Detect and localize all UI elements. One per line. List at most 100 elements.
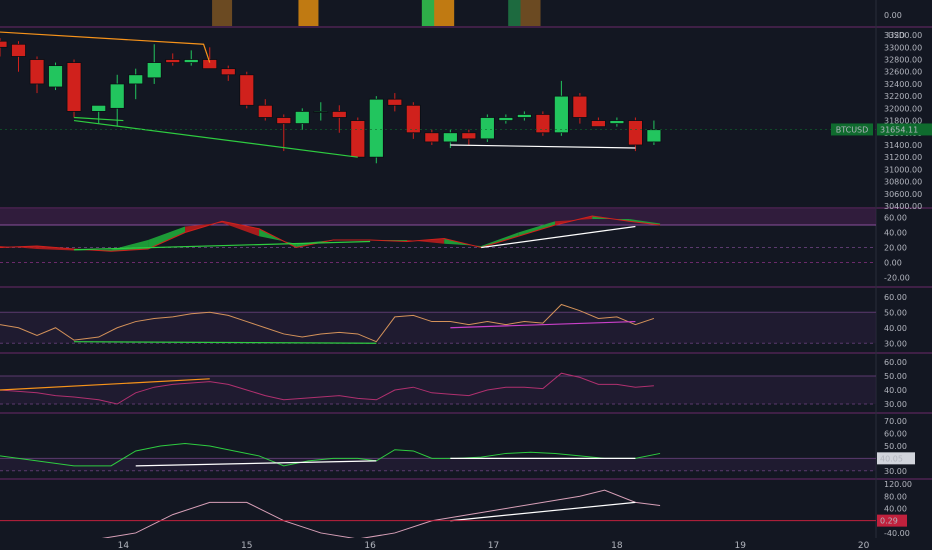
candle-body (91, 104, 107, 112)
candle-body (276, 117, 292, 125)
candle-body (572, 95, 588, 118)
symbol-tag-label: BTCUSD (836, 125, 869, 134)
candle-body (165, 59, 181, 63)
candle-body (442, 132, 458, 143)
indicator-band (0, 312, 876, 344)
value-tag-label: 0.29 (880, 517, 898, 526)
candle-body (146, 62, 162, 79)
x-axis-label: 18 (611, 541, 623, 550)
candle-body (183, 59, 199, 63)
indicator-tick-label: 0.00 (884, 259, 902, 268)
chart-root: 0.00 USD 33200.00 33000.00 32800.00 32600.00 3… (0, 0, 932, 550)
price-tick-label: 31000.00 (884, 165, 922, 174)
candle-body (553, 95, 569, 134)
indicator-tick-label: 30.00 (884, 400, 907, 409)
price-tick-label: 30400.00 (884, 202, 922, 211)
indicator-series-line (0, 489, 661, 540)
overbought-zone (0, 208, 876, 225)
candle-body (239, 74, 255, 106)
candle-body (405, 104, 421, 134)
indicator-tick-label: 50.00 (884, 372, 907, 381)
candle-body (48, 65, 63, 88)
candle-body (331, 110, 347, 118)
indicator-tick-label: 40.00 (884, 324, 907, 333)
indicator-tick-label: 40.00 (884, 229, 907, 238)
signal-block (298, 0, 319, 26)
top-strip-axis-label: 0.00 (884, 11, 902, 20)
price-tick-label: 31200.00 (884, 153, 922, 162)
indicator-band (0, 458, 876, 471)
candle-body (220, 68, 236, 76)
candle-body (609, 120, 625, 125)
trend-line (73, 119, 358, 158)
indicator-tick-label: 80.00 (884, 492, 907, 501)
price-tick-label: 32200.00 (884, 92, 922, 101)
chart-canvas: 0.00USD33200.0033000.0032800.0032600.003… (0, 0, 932, 550)
price-tick-label: 32600.00 (884, 68, 922, 77)
trend-line (450, 144, 636, 149)
candle-body (516, 114, 532, 118)
candle-body (646, 129, 662, 143)
indicator-tick-label: 70.00 (884, 417, 907, 426)
divergence-line (481, 225, 636, 249)
candle-body (313, 110, 329, 113)
candle-body (29, 59, 45, 85)
x-axis-label: 17 (488, 541, 499, 550)
price-tick-label: 30800.00 (884, 178, 922, 187)
value-tag-label: 40.05 (880, 454, 903, 463)
indicator-tick-label: 60.00 (884, 430, 907, 439)
x-axis-label: 14 (118, 541, 130, 550)
indicator-tick-label: 40.00 (884, 386, 907, 395)
indicator-tick-label: 30.00 (884, 467, 907, 476)
price-tick-label: 32000.00 (884, 104, 922, 113)
price-tag-label: 31654.11 (880, 125, 918, 134)
signal-block (212, 0, 233, 26)
candle-body (424, 132, 440, 143)
wave-segment (148, 226, 186, 249)
candle-body (535, 114, 551, 134)
indicator-tick-label: 50.00 (884, 442, 907, 451)
signal-block (520, 0, 541, 26)
divergence-line (450, 501, 636, 522)
indicator-tick-label: -20.00 (884, 274, 910, 283)
signal-block (434, 0, 455, 26)
candle-body (128, 74, 144, 85)
x-axis-label: 16 (364, 541, 376, 550)
x-axis-label: 20 (858, 541, 870, 550)
price-tick-label: 33200.00 (884, 31, 922, 40)
indicator-tick-label: 60.00 (884, 214, 907, 223)
candle-body (66, 62, 82, 112)
price-tick-label: 33000.00 (884, 43, 922, 52)
candle-body (350, 120, 366, 158)
x-axis-bg (0, 538, 932, 550)
candle-body (387, 98, 403, 106)
price-tick-label: 31400.00 (884, 141, 922, 150)
candle-body (257, 104, 273, 118)
x-axis-label: 15 (241, 541, 252, 550)
price-tick-label: 32800.00 (884, 56, 922, 65)
indicator-tick-label: 50.00 (884, 308, 907, 317)
candle-body (294, 110, 310, 125)
indicator-tick-label: 20.00 (884, 244, 907, 253)
candle-body (479, 117, 495, 140)
trend-line (0, 31, 211, 63)
candle-body (368, 98, 384, 158)
candle-body (498, 117, 514, 121)
indicator-tick-label: -40.00 (884, 529, 910, 538)
indicator-tick-label: 60.00 (884, 358, 907, 367)
price-tick-label: 32400.00 (884, 80, 922, 89)
x-axis-label: 19 (735, 541, 747, 550)
candle-body (0, 40, 8, 48)
indicator-tick-label: 30.00 (884, 339, 907, 348)
candle-body (11, 43, 26, 57)
candle-body (109, 83, 125, 109)
candle-body (461, 132, 477, 140)
indicator-tick-label: 120.00 (884, 480, 912, 489)
divergence-line (74, 240, 371, 251)
candle-body (590, 120, 606, 128)
indicator-tick-label: 60.00 (884, 293, 907, 302)
candle-body (628, 120, 643, 146)
price-tick-label: 30600.00 (884, 190, 922, 199)
indicator-band (0, 376, 876, 404)
indicator-tick-label: 40.00 (884, 505, 907, 514)
